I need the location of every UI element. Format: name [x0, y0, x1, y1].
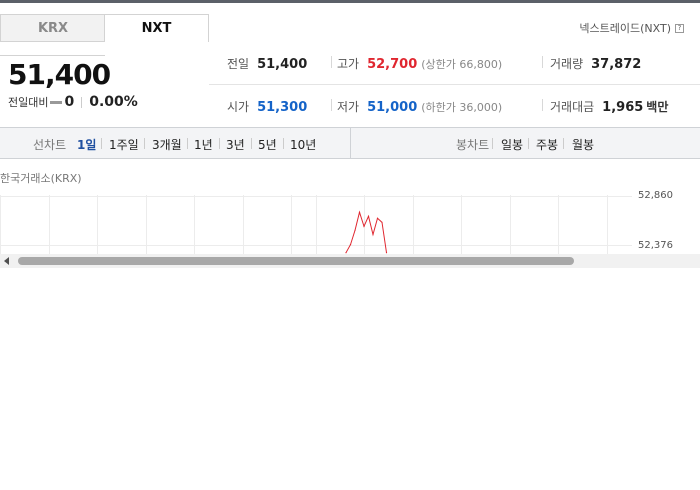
- bar-divider: [350, 128, 351, 158]
- candle-chart-title: 봉차트: [456, 138, 490, 152]
- candle-weekly[interactable]: 주봉: [536, 136, 558, 153]
- divider: [331, 56, 332, 68]
- stat-value: 1,965: [602, 100, 644, 115]
- stat-label: 저가: [337, 100, 360, 114]
- stat-label: 시가: [227, 100, 250, 114]
- current-price: 51,400: [8, 58, 111, 91]
- help-icon[interactable]: ?: [675, 23, 684, 33]
- tab-krx[interactable]: KRX: [0, 14, 105, 42]
- divider: [187, 138, 188, 149]
- stats-panel: 전일 51,400 고가 52,700 (상한가 66,800) 거래량 37,…: [209, 42, 700, 127]
- stat-trade-amount: 거래대금 1,965 백만: [550, 98, 668, 115]
- price-point: [376, 217, 379, 219]
- y-tick-label: 52,860: [638, 190, 673, 201]
- price-point: [354, 229, 356, 232]
- divider: [542, 99, 543, 111]
- stat-value: 37,872: [591, 57, 642, 72]
- price-point: [363, 225, 365, 227]
- stat-value: 51,300: [257, 100, 308, 115]
- stat-value: 52,700: [367, 57, 418, 72]
- period-3y[interactable]: 3년: [226, 136, 245, 153]
- divider: [251, 138, 252, 149]
- stat-prev-close: 전일 51,400: [227, 55, 307, 72]
- price-point: [367, 215, 370, 217]
- chart-period-bar: 선차트 1일 1주일 3개월 1년 3년 5년 10년 봉차트 일봉 주봉 월봉: [0, 127, 700, 159]
- tab-nxt[interactable]: NXT: [104, 14, 209, 42]
- stat-high: 고가 52,700 (상한가 66,800): [337, 55, 502, 72]
- candle-monthly[interactable]: 월봉: [572, 136, 594, 153]
- chart-canvas: [0, 195, 632, 268]
- period-10y[interactable]: 10년: [290, 136, 316, 153]
- price-point: [349, 243, 352, 246]
- divider: [492, 138, 493, 149]
- stat-value: 51,000: [367, 100, 418, 115]
- period-1y[interactable]: 1년: [194, 136, 213, 153]
- scroll-thumb[interactable]: [18, 257, 574, 265]
- divider: [331, 99, 332, 111]
- y-tick-label: 52,376: [638, 240, 673, 251]
- period-3m[interactable]: 3개월: [152, 136, 182, 153]
- change-label: 전일대비: [8, 96, 49, 109]
- price-point: [358, 211, 361, 213]
- price-point: [381, 221, 383, 223]
- upper-limit: (상한가 66,800): [421, 58, 503, 71]
- period-1d[interactable]: 1일: [77, 136, 96, 153]
- scroll-left-icon[interactable]: [4, 257, 9, 265]
- change-value: 0: [64, 94, 75, 110]
- stat-low: 저가 51,000 (하한가 36,000): [337, 98, 502, 115]
- stat-label: 거래대금: [550, 100, 595, 114]
- top-border: [0, 0, 700, 3]
- change-percent: 0.00%: [89, 94, 138, 110]
- stat-volume: 거래량 37,872: [550, 55, 641, 72]
- divider: [144, 138, 145, 149]
- stat-label: 거래량: [550, 57, 584, 71]
- lower-limit: (하한가 36,000): [421, 101, 503, 114]
- change-row: 전일대비 0 0.00%: [8, 94, 138, 110]
- divider: [101, 138, 102, 149]
- stat-unit: 백만: [646, 100, 669, 114]
- stat-open: 시가 51,300: [227, 98, 307, 115]
- price-line: [345, 210, 387, 253]
- divider: [81, 96, 83, 108]
- stats-divider: [209, 84, 700, 85]
- line-chart-title: 선차트: [33, 138, 67, 152]
- stat-label: 고가: [337, 57, 360, 71]
- stat-label: 전일: [227, 57, 250, 71]
- divider: [528, 138, 529, 149]
- price-panel: 51,400 전일대비 0 0.00%: [0, 42, 209, 127]
- divider: [219, 138, 220, 149]
- divider: [283, 138, 284, 149]
- divider: [542, 56, 543, 68]
- period-1w[interactable]: 1주일: [109, 136, 139, 153]
- stat-value: 51,400: [257, 57, 308, 72]
- price-point: [372, 233, 374, 236]
- price-chart: 한국거래소(KRX) 52,860 52,376: [0, 159, 700, 268]
- horizontal-scrollbar[interactable]: [0, 254, 700, 268]
- period-5y[interactable]: 5년: [258, 136, 277, 153]
- candle-daily[interactable]: 일봉: [501, 136, 523, 153]
- exchange-label-text: 넥스트레이드(NXT): [579, 22, 671, 35]
- stock-widget: KRX NXT 넥스트레이드(NXT) ? 51,400 전일대비 0 0.00…: [0, 0, 700, 268]
- flat-icon: [50, 100, 63, 104]
- divider: [563, 138, 564, 149]
- exchange-label: 넥스트레이드(NXT) ?: [579, 20, 684, 36]
